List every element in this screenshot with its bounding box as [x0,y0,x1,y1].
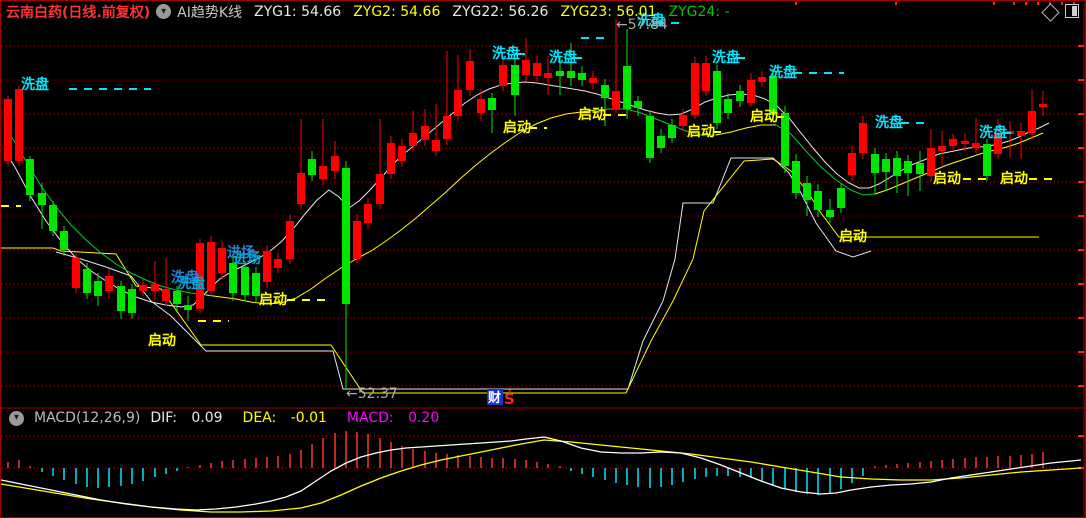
macd-value: MACD: 0.20 [346,410,440,426]
signal-label: 洗盘 [769,64,797,81]
price-mark-label: ←52.37 [346,386,398,402]
zyg2-value: ZYG2: 54.66 [353,3,441,20]
signal-label: 启动 [148,332,176,349]
dif-value: DIF: 0.09 [150,410,223,426]
signal-label: 启动 [259,291,287,308]
signal-label: 洗盘 [549,49,577,66]
signal-label: 启动 [503,119,531,136]
watermark-char2: Ṡ [504,389,515,408]
macd-name[interactable]: MACD(12,26,9) [34,410,140,426]
diamond-icon[interactable] [1041,3,1060,22]
signal-label: 启动 [1000,170,1028,187]
title-bar: 云南白药(日线.前复权) ▾ AI趋势K线 ZYG1: 54.66 ZYG2: … [1,1,1085,22]
signal-label: 启动 [933,170,961,187]
macd-header: ▾ MACD(12,26,9) DIF: 0.09 DEA: -0.01 MAC… [3,410,459,426]
indicator-name[interactable]: AI趋势K线 [177,2,242,22]
signal-label: 洗盘 [875,114,903,131]
zyg24-value: ZYG24: - [668,3,730,20]
signal-label: 洗盘 [21,76,49,93]
zyg22-value: ZYG22: 56.26 [452,3,549,20]
signal-label: 启动 [687,123,715,140]
chart-canvas[interactable]: 洗盘洗盘洗盘进场进场洗盘 洗盘洗盘洗盘洗盘洗盘洗盘启动启动启动启动启动启动启动启动… [1,1,1086,518]
signal-label: 启动 [839,228,867,245]
signal-label: 启动 [750,108,778,125]
zyg23-value: ZYG23: 56.01 [560,3,657,20]
signal-label: 洗盘 [979,124,1007,141]
stock-title: 云南白药(日线.前复权) [6,4,151,21]
macd-layer [1,431,1082,513]
stop-line-layer [1,157,1039,394]
signal-label: 启动 [578,106,606,123]
signal-label: 洗盘 [492,45,520,62]
stock-app-window: 云南白药(日线.前复权) ▾ AI趋势K线 ZYG1: 54.66 ZYG2: … [0,0,1086,518]
dea-value: DEA: -0.01 [242,410,327,426]
signal-label: 洗盘 [712,49,740,66]
chevron-down-icon[interactable]: ▾ [9,410,24,426]
signal-label: 进场 [233,251,261,267]
watermark-char: 财 [488,390,501,406]
zyg1-value: ZYG1: 54.66 [254,3,342,20]
window-icons [1041,3,1079,22]
split-window-icon[interactable] [1065,4,1079,18]
chevron-down-icon[interactable]: ▾ [156,4,172,19]
signal-label: 洗盘 [177,275,205,292]
